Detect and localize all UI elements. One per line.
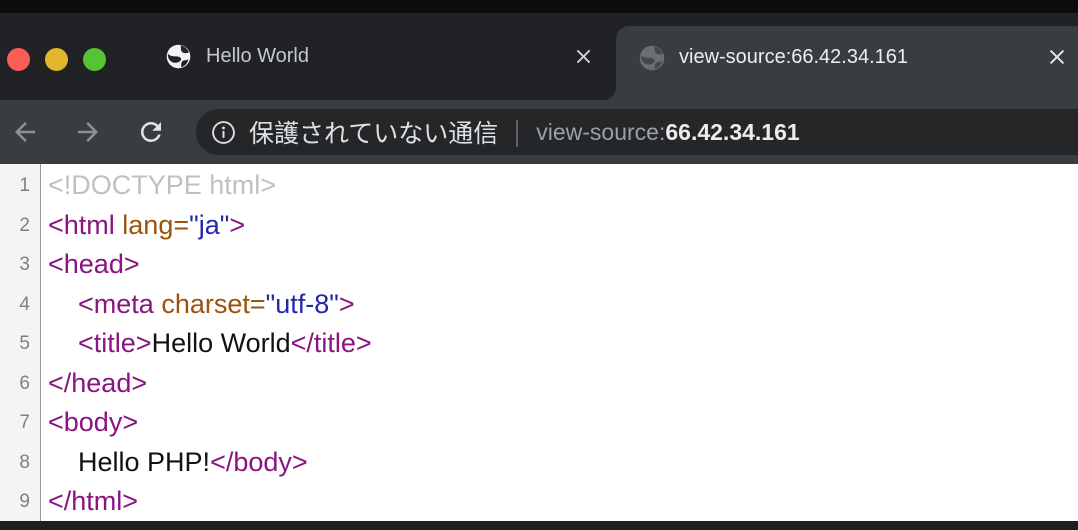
line-content: </head> [30,364,147,404]
reload-icon [136,117,166,147]
zoom-window-button[interactable] [83,48,106,71]
line-content: <body> [30,403,138,443]
url-host: 66.42.34.161 [665,119,799,145]
line-number: 2 [0,206,30,246]
navigation-toolbar: 保護されていない通信 view-source:66.42.34.161 [0,100,1078,164]
tab-hello-world[interactable]: Hello World [140,13,612,100]
line-content: <head> [30,245,140,285]
window-frame-bottom [0,521,1078,530]
source-line: 7<body> [0,403,1078,443]
tab-strip: Hello World view-source:66.42.34.161 [0,13,1078,100]
source-code: 1<!DOCTYPE html>2<html lang="ja">3<head>… [0,164,1078,521]
line-number: 1 [0,166,30,206]
close-icon [1047,47,1067,67]
source-line: 4 <meta charset="utf-8"> [0,285,1078,325]
line-number: 7 [0,403,30,443]
window-controls [7,48,106,71]
line-content: <title>Hello World</title> [30,324,372,364]
source-line: 3<head> [0,245,1078,285]
back-button[interactable] [10,117,40,147]
line-number: 5 [0,324,30,364]
line-number: 8 [0,443,30,483]
line-content: <html lang="ja"> [30,206,245,246]
tab-title: Hello World [206,45,309,68]
source-line: 2<html lang="ja"> [0,206,1078,246]
tab-view-source[interactable]: view-source:66.42.34.161 [616,26,1078,100]
forward-button[interactable] [73,117,103,147]
line-content: <meta charset="utf-8"> [30,285,355,325]
globe-icon [638,44,665,71]
line-number: 6 [0,364,30,404]
minimize-window-button[interactable] [45,48,68,71]
source-line: 9</html> [0,482,1078,521]
line-number: 3 [0,245,30,285]
security-status-label[interactable]: 保護されていない通信 [249,114,498,150]
source-line: 8 Hello PHP!</body> [0,443,1078,483]
back-arrow-icon [10,117,40,147]
url-text: view-source:66.42.34.161 [536,119,799,146]
line-content: </html> [30,482,138,521]
tab-close-button[interactable] [572,46,594,68]
line-content: <!DOCTYPE html> [30,166,276,206]
window-frame-top [0,0,1078,13]
view-source-content: 1<!DOCTYPE html>2<html lang="ja">3<head>… [0,164,1078,521]
info-icon [211,120,236,145]
globe-icon [165,43,192,70]
omnibox-separator [516,120,518,147]
address-bar[interactable]: 保護されていない通信 view-source:66.42.34.161 [196,109,1078,155]
reload-button[interactable] [136,117,166,147]
url-scheme: view-source: [536,119,665,145]
browser-window: Hello World view-source:66.42.34.161 [0,0,1078,530]
tab-title: view-source:66.42.34.161 [679,46,908,69]
source-line: 1<!DOCTYPE html> [0,166,1078,206]
line-number: 4 [0,285,30,325]
close-window-button[interactable] [7,48,30,71]
close-icon [574,47,593,66]
line-content: Hello PHP!</body> [30,443,308,483]
tab-close-button[interactable] [1046,46,1068,68]
source-line: 5 <title>Hello World</title> [0,324,1078,364]
source-line: 6</head> [0,364,1078,404]
line-number: 9 [0,482,30,521]
forward-arrow-icon [73,117,103,147]
